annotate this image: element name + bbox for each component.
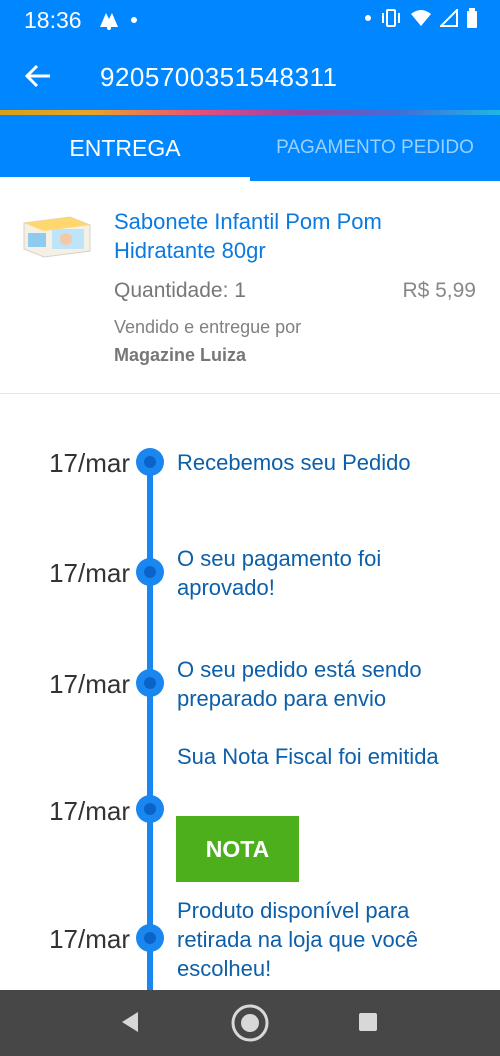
- status-left-icons: [98, 9, 138, 36]
- timeline-date: 17/mar: [49, 558, 130, 588]
- status-time: 18:36: [24, 7, 82, 33]
- timeline-text: O seu pagamento foi aprovado!: [177, 546, 382, 600]
- back-triangle-icon: [122, 1012, 138, 1032]
- timeline-line: [147, 459, 153, 994]
- product-price: R$ 5,99: [402, 279, 476, 302]
- timeline-dot: [136, 924, 164, 952]
- tab-payment-label: PAGAMENTO PEDIDO: [276, 137, 474, 158]
- tab-delivery[interactable]: ENTREGA: [0, 115, 250, 181]
- order-number: 9205700351548311: [100, 62, 338, 92]
- timeline-text: Produto disponível para retirada na loja…: [177, 898, 418, 981]
- arrow-back-icon: [24, 64, 50, 88]
- product-name[interactable]: Sabonete Infantil Pom Pom Hidratante 80g…: [114, 207, 474, 265]
- timeline-dot: [136, 448, 164, 476]
- home-circle-icon: [231, 1004, 269, 1042]
- battery-icon: [467, 8, 477, 28]
- timeline-text: Sua Nota Fiscal foi emitida: [177, 744, 439, 769]
- timeline-date: 17/mar: [49, 669, 130, 699]
- timeline-date: 17/mar: [49, 796, 130, 826]
- dot-icon: [365, 15, 371, 21]
- timeline-date: 17/mar: [49, 448, 130, 478]
- notification-icon: [100, 13, 137, 30]
- timeline-dot: [136, 558, 164, 586]
- tab-delivery-label: ENTREGA: [69, 134, 181, 161]
- signal-icon: [440, 9, 458, 27]
- tab-payment[interactable]: PAGAMENTO PEDIDO: [250, 115, 500, 181]
- status-bar: 18:36: [0, 0, 500, 40]
- product-image: [22, 211, 92, 259]
- back-button[interactable]: [22, 60, 54, 92]
- timeline-text: O seu pedido está sendo preparado para e…: [177, 657, 422, 711]
- nav-back-button[interactable]: [118, 1008, 142, 1041]
- recents-square-icon: [359, 1013, 377, 1031]
- timeline-text: Recebemos seu Pedido: [177, 450, 411, 475]
- product-card: Sabonete Infantil Pom Pom Hidratante 80g…: [0, 181, 500, 394]
- nota-button[interactable]: NOTA: [176, 816, 299, 882]
- nav-home-button[interactable]: [229, 1002, 271, 1049]
- timeline-dot: [136, 669, 164, 697]
- app-bar: 9205700351548311: [0, 40, 500, 112]
- product-quantity: Quantidade: 1: [114, 279, 246, 302]
- system-nav-bar: [0, 990, 500, 1056]
- timeline-date: 17/mar: [49, 924, 130, 954]
- tab-bar: ENTREGA PAGAMENTO PEDIDO: [0, 115, 500, 181]
- timeline-dot: [136, 795, 164, 823]
- vibrate-icon: [382, 9, 400, 27]
- wifi-icon: [411, 10, 431, 26]
- nav-recents-button[interactable]: [357, 1011, 379, 1038]
- status-right-icons: [364, 8, 478, 28]
- sold-by-label: Vendido e entregue por: [114, 317, 302, 337]
- seller-name: Magazine Luiza: [114, 345, 247, 365]
